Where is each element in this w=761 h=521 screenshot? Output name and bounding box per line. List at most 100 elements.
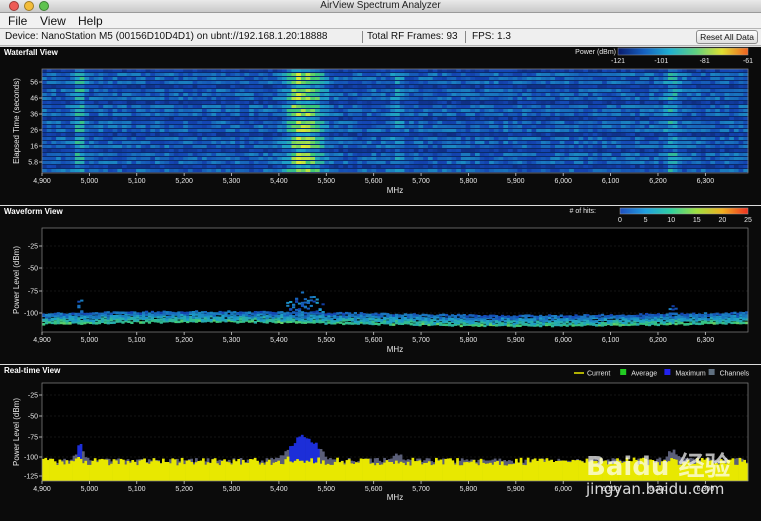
waterfall-cell [380,117,386,120]
waterfall-cell [437,169,443,172]
waterfall-cell [644,157,650,160]
waterfall-cell [531,137,537,140]
waterfall-cell [89,101,95,104]
waterfall-cell [395,81,401,84]
waterfall-cell [573,161,579,164]
waterfall-cell [531,101,537,104]
waterfall-cell [70,113,76,116]
waterfall-cell [573,169,579,172]
waterfall-cell [550,113,556,116]
waterfall-cell [592,121,598,124]
waterfall-cell [404,137,410,140]
waveform-cell [230,318,234,321]
waterfall-cell [93,133,99,136]
waterfall-cell [126,89,132,92]
waterfall-cell [103,145,109,148]
waterfall-cell [559,145,565,148]
waterfall-cell [79,161,85,164]
waterfall-cell [117,125,123,128]
waterfall-cell [65,89,71,92]
waterfall-cell [145,105,151,108]
waterfall-cell [211,93,217,96]
waterfall-cell [512,69,518,72]
waterfall-cell [639,125,645,128]
waterfall-cell [658,153,664,156]
waterfall-cell [286,153,292,156]
waterfall-cell [267,101,273,104]
waterfall-cell [715,149,721,152]
waterfall-cell [682,81,688,84]
waterfall-cell [159,153,165,156]
waterfall-cell [56,165,62,168]
waterfall-cell [155,141,161,144]
waterfall-cell [672,97,678,100]
waterfall-cell [131,161,137,164]
waterfall-cell [409,77,415,80]
waterfall-cell [460,113,466,116]
waterfall-cell [399,121,405,124]
waterfall-cell [183,169,189,172]
waterfall-cell [122,165,128,168]
waterfall-cell [484,133,490,136]
waterfall-cell [263,121,269,124]
waterfall-cell [710,153,716,156]
waterfall-cell [635,101,641,104]
waterfall-cell [272,113,278,116]
waveform-cell [553,315,558,318]
waterfall-cell [399,97,405,100]
waveform-cell [492,322,496,325]
waveform-cell [333,312,337,316]
menu-help[interactable]: Help [78,14,103,28]
waterfall-cell [296,117,302,120]
waterfall-cell [202,85,208,88]
waterfall-cell [74,133,80,136]
waterfall-cell [404,109,410,112]
waterfall-cell [625,133,631,136]
waterfall-cell [719,169,725,172]
waterfall-cell [522,117,528,120]
waterfall-cell [404,165,410,168]
waterfall-cell [291,101,297,104]
waterfall-cell [682,109,688,112]
menu-file[interactable]: File [8,14,27,28]
waterfall-cell [338,145,344,148]
waterfall-cell [56,121,62,124]
menu-view[interactable]: View [40,14,66,28]
waterfall-cell [677,129,683,132]
waterfall-cell [343,89,349,92]
waterfall-cell [74,109,80,112]
reset-all-data-button[interactable]: Reset All Data [696,30,758,44]
waterfall-cell [630,141,636,144]
waterfall-cell [56,125,62,128]
waterfall-cell [65,141,71,144]
waterfall-cell [470,133,476,136]
waterfall-cell [715,133,721,136]
waterfall-cell [296,89,302,92]
waveform-cell [224,318,228,322]
waterfall-cell [399,125,405,128]
waterfall-cell [305,141,311,144]
waterfall-cell [46,93,52,96]
waterfall-cell [460,121,466,124]
waterfall-cell [616,137,622,140]
waterfall-cell [578,117,584,120]
waterfall-cell [559,133,565,136]
waterfall-cell [479,141,485,144]
waterfall-cell [738,117,744,120]
waterfall-cell [578,149,584,152]
waterfall-cell [140,73,146,76]
waterfall-cell [658,133,664,136]
waterfall-cell [249,169,255,172]
waterfall-cell [46,69,52,72]
waterfall-cell [545,109,551,112]
waterfall-cell [493,101,499,104]
waterfall-cell [253,77,259,80]
waterfall-cell [74,77,80,80]
waterfall-cell [112,77,118,80]
waterfall-cell [253,133,259,136]
waterfall-cell [611,105,617,108]
waterfall-cell [413,105,419,108]
waterfall-cell [187,129,193,132]
waterfall-cell [366,169,372,172]
waveform-cell [318,319,322,322]
